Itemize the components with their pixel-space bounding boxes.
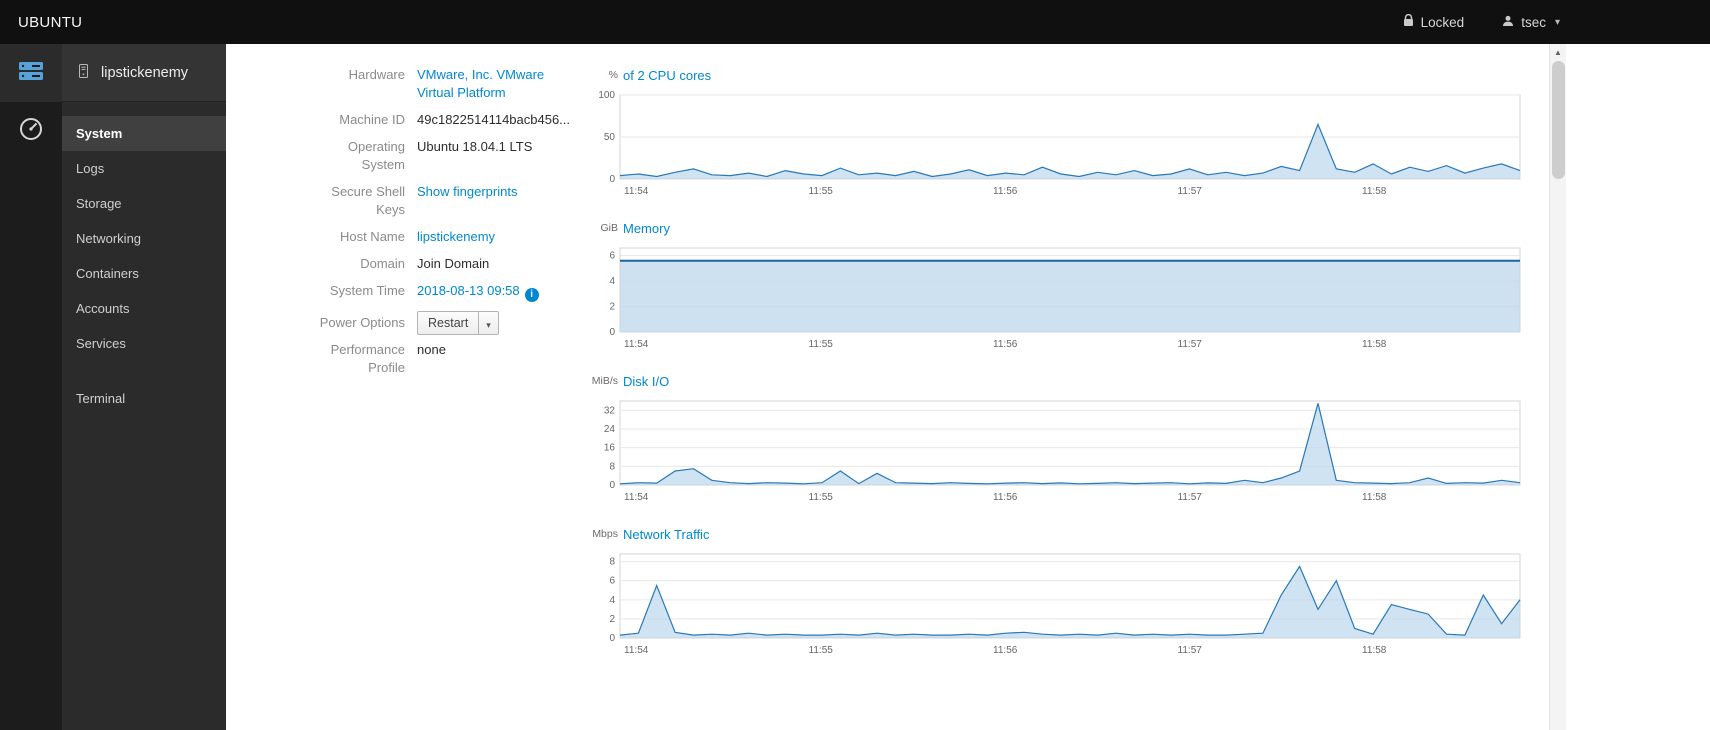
info-icon[interactable]: i <box>524 288 539 302</box>
svg-text:11:56: 11:56 <box>993 186 1018 197</box>
svg-text:0: 0 <box>609 480 615 491</box>
svg-text:11:55: 11:55 <box>809 186 834 197</box>
svg-text:11:56: 11:56 <box>993 339 1018 350</box>
disk-chart-plot: 0 8 16 24 32 11:54 11:55 11:56 11:57 11:58 <box>604 400 1521 503</box>
network-chart-plot: 0 2 4 6 8 11:54 11:55 11:56 11:57 11:58 <box>609 553 1521 656</box>
svg-text:4: 4 <box>609 595 615 606</box>
svg-text:4: 4 <box>609 276 615 287</box>
sidebar-item-accounts[interactable]: Accounts <box>62 291 226 326</box>
disk-io-chart: MiB/s Disk I/O 0 8 16 24 32 11:54 11:55 11:56 11… <box>590 371 1530 508</box>
svg-text:11:58: 11:58 <box>1362 339 1387 350</box>
svg-text:11:55: 11:55 <box>809 645 834 656</box>
network-unit-label: Mbps <box>592 528 618 540</box>
cpu-chart-title-link[interactable]: of 2 CPU cores <box>623 68 711 83</box>
app-icon-strip <box>0 44 62 730</box>
brand-title: UBUNTU <box>18 13 83 31</box>
memory-usage-chart: GiB Memory 0 2 4 6 11:54 11:55 11:56 11:57 11:58 <box>590 218 1530 355</box>
restart-button-group: Restart ▾ <box>417 311 499 335</box>
restart-button[interactable]: Restart <box>418 312 478 334</box>
dashboard-view-button[interactable] <box>0 102 62 160</box>
memory-chart-plot: 0 2 4 6 11:54 11:55 11:56 11:57 11:58 <box>609 247 1521 350</box>
svg-text:8: 8 <box>609 461 615 472</box>
svg-text:6: 6 <box>609 251 615 262</box>
svg-text:50: 50 <box>604 132 616 143</box>
svg-text:11:56: 11:56 <box>993 645 1018 656</box>
sidebar-item-services[interactable]: Services <box>62 326 226 361</box>
svg-text:11:58: 11:58 <box>1362 645 1387 656</box>
svg-text:32: 32 <box>604 405 616 416</box>
server-view-button[interactable] <box>0 44 62 102</box>
host-machine-icon <box>76 63 91 83</box>
svg-text:100: 100 <box>598 91 615 101</box>
svg-text:11:57: 11:57 <box>1178 339 1203 350</box>
machine-id-value: 49c1822514114bacb456... <box>417 112 571 127</box>
join-domain-value[interactable]: Join Domain <box>417 255 489 273</box>
svg-text:24: 24 <box>604 424 616 435</box>
disk-chart-title-link[interactable]: Disk I/O <box>623 374 669 389</box>
sidebar-item-networking[interactable]: Networking <box>62 221 226 256</box>
user-label: tsec <box>1521 14 1546 30</box>
svg-text:2: 2 <box>609 614 615 625</box>
top-navigation-bar: UBUNTU Locked tsec ▾ <box>0 0 1710 44</box>
server-icon <box>18 60 44 87</box>
scrollbar-thumb[interactable] <box>1552 61 1565 179</box>
user-menu[interactable]: tsec ▾ <box>1502 15 1560 30</box>
system-time-link[interactable]: 2018-08-13 09:58 <box>417 283 520 298</box>
svg-text:8: 8 <box>609 557 615 568</box>
cpu-chart-plot: 0 50 100 11:54 11:55 11:56 11:57 11:58 <box>598 90 1521 197</box>
svg-text:11:54: 11:54 <box>624 186 649 197</box>
restart-dropdown-toggle[interactable]: ▾ <box>478 312 498 334</box>
locked-label: Locked <box>1420 14 1465 30</box>
disk-unit-label: MiB/s <box>591 375 618 387</box>
svg-text:0: 0 <box>609 327 615 338</box>
host-selector[interactable]: lipstickenemy <box>62 44 226 102</box>
os-value: Ubuntu 18.04.1 LTS <box>417 139 533 154</box>
sidebar-item-terminal[interactable]: Terminal <box>62 381 226 416</box>
svg-text:11:56: 11:56 <box>993 492 1018 503</box>
svg-text:11:54: 11:54 <box>624 339 649 350</box>
sidebar-item-containers[interactable]: Containers <box>62 256 226 291</box>
svg-text:2: 2 <box>609 302 615 313</box>
svg-text:0: 0 <box>609 174 615 185</box>
svg-text:11:58: 11:58 <box>1362 186 1387 197</box>
svg-text:11:54: 11:54 <box>624 492 649 503</box>
memory-unit-label: GiB <box>600 222 618 234</box>
user-icon <box>1502 15 1514 30</box>
host-name-link[interactable]: lipstickenemy <box>417 229 495 244</box>
svg-text:11:57: 11:57 <box>1178 492 1203 503</box>
sidebar-item-logs[interactable]: Logs <box>62 151 226 186</box>
sidebar-item-system[interactable]: System <box>62 116 226 151</box>
system-page: Hardware VMware, Inc. VMware Virtual Pla… <box>226 44 1710 730</box>
svg-text:11:57: 11:57 <box>1178 186 1203 197</box>
scroll-up-arrow-icon[interactable]: ▲ <box>1550 44 1566 60</box>
svg-text:16: 16 <box>604 443 616 454</box>
svg-text:11:57: 11:57 <box>1178 645 1203 656</box>
sidebar: lipstickenemy System Logs Storage Networkin… <box>62 44 226 730</box>
sidebar-menu: System Logs Storage Networking Containers Acc… <box>62 102 226 416</box>
host-name-label: lipstickenemy <box>101 64 189 81</box>
chevron-down-icon: ▾ <box>1554 16 1560 28</box>
memory-chart-title-link[interactable]: Memory <box>623 221 670 236</box>
svg-text:11:55: 11:55 <box>809 492 834 503</box>
network-chart-title-link[interactable]: Network Traffic <box>623 527 709 542</box>
lock-icon <box>1403 13 1414 30</box>
svg-text:11:58: 11:58 <box>1362 492 1387 503</box>
hardware-link[interactable]: VMware, Inc. VMware Virtual Platform <box>417 66 567 102</box>
sidebar-item-storage[interactable]: Storage <box>62 186 226 221</box>
svg-text:11:55: 11:55 <box>809 339 834 350</box>
network-traffic-chart: Mbps Network Traffic 0 2 4 6 8 11:54 11:55 11:5… <box>590 524 1530 661</box>
chevron-down-icon: ▾ <box>486 319 491 330</box>
performance-profile-value: none <box>417 342 446 357</box>
svg-text:6: 6 <box>609 576 615 587</box>
cpu-usage-chart: % of 2 CPU cores 0 50 100 11:54 11:55 11:56 11… <box>590 65 1530 202</box>
show-fingerprints-link[interactable]: Show fingerprints <box>417 184 517 199</box>
svg-text:0: 0 <box>609 633 615 644</box>
resource-charts: % of 2 CPU cores 0 50 100 11:54 11:55 11:56 11… <box>590 65 1530 677</box>
cpu-unit-label: % <box>608 69 618 81</box>
vertical-scrollbar[interactable]: ▲ <box>1549 44 1566 730</box>
gauge-icon <box>18 116 44 147</box>
svg-text:11:54: 11:54 <box>624 645 649 656</box>
locked-indicator[interactable]: Locked <box>1403 13 1465 30</box>
